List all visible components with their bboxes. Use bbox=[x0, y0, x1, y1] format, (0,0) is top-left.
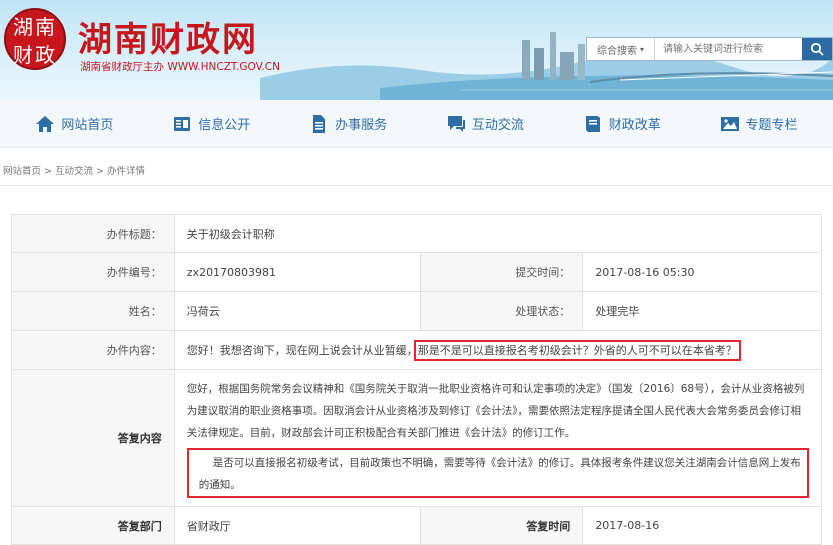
case-content-highlight: 那是不是可以直接报名考初级会计？外省的人可不可以在本省考？ bbox=[413, 340, 741, 361]
chevron-down-icon: ▾ bbox=[639, 44, 644, 54]
case-detail-table: 办件标题： 关于初级会计职称 办件编号： zx20170803981 提交时间：… bbox=[11, 214, 823, 545]
nav-item-topics[interactable]: 专题专栏 bbox=[720, 114, 798, 134]
breadcrumb: 网站首页 > 互动交流 > 办件详情 bbox=[0, 158, 833, 186]
table-row: 办件编号： zx20170803981 提交时间： 2017-08-16 05:… bbox=[11, 252, 822, 292]
site-search: 综合搜索 ▾ bbox=[586, 37, 833, 61]
reply-dept-value: 省财政厅 bbox=[173, 506, 421, 545]
reply-paragraph-2: 是否可以直接报名初级考试，目前政策也不明确，需要等待《会计法》的修订。具体报考条… bbox=[198, 457, 801, 491]
table-row: 办件标题： 关于初级会计职称 bbox=[11, 214, 823, 253]
nav-item-label: 专题专栏 bbox=[745, 118, 798, 133]
reply-time-value: 2017-08-16 bbox=[582, 506, 822, 545]
search-scope-label: 综合搜索 bbox=[596, 45, 637, 57]
nav-item-label: 财政改革 bbox=[608, 118, 661, 133]
table-row: 答复内容 您好，根据国务院常务会议精神和《国务院关于取消一批职业资格许可和认定事… bbox=[11, 369, 823, 507]
table-row: 办件内容： 您好！我想咨询下，现在网上说会计从业暂缓，那是不是可以直接报名考初级… bbox=[11, 330, 823, 370]
document-icon bbox=[174, 116, 191, 131]
main-nav: 网站首页 信息公开 办事服务 互动交流 财政改革 专题专栏 bbox=[0, 100, 833, 148]
case-number-value: zx20170803981 bbox=[173, 252, 421, 292]
nav-item-home[interactable]: 网站首页 bbox=[35, 114, 113, 134]
case-number-label: 办件编号： bbox=[11, 252, 175, 292]
nav-item-label: 互动交流 bbox=[471, 118, 524, 133]
logo-seal-text: 湖南财政 bbox=[13, 15, 57, 67]
nav-item-info[interactable]: 信息公开 bbox=[172, 114, 250, 134]
nav-item-reform[interactable]: 财政改革 bbox=[583, 114, 661, 134]
nav-item-label: 办事服务 bbox=[335, 118, 388, 133]
name-label: 姓名： bbox=[11, 291, 175, 331]
breadcrumb-current: 办件详情 bbox=[107, 166, 146, 177]
case-content-label: 办件内容： bbox=[11, 330, 175, 370]
book-icon bbox=[585, 115, 600, 132]
site-title[interactable]: 湖南财政网 bbox=[78, 12, 258, 61]
reply-paragraph-2-highlight: 是否可以直接报名初级考试，目前政策也不明确，需要等待《会计法》的修订。具体报考条… bbox=[186, 448, 809, 498]
breadcrumb-separator: > bbox=[93, 166, 108, 177]
file-icon bbox=[313, 114, 326, 133]
search-scope-select[interactable]: 综合搜索 ▾ bbox=[587, 38, 655, 60]
submit-time-value: 2017-08-16 05:30 bbox=[582, 252, 822, 292]
status-label: 处理状态： bbox=[419, 291, 584, 331]
case-content-text: 您好！我想咨询下，现在网上说会计从业暂缓， bbox=[186, 344, 418, 357]
site-subtitle: 湖南省财政厅主办 WWW.HNCZT.GOV.CN bbox=[80, 61, 280, 73]
nav-item-services[interactable]: 办事服务 bbox=[309, 114, 387, 134]
table-row: 姓名： 冯荷云 处理状态： 处理完毕 bbox=[11, 291, 822, 331]
reply-paragraph-1: 您好，根据国务院常务会议精神和《国务院关于取消一批职业资格许可和认定事项的决定》… bbox=[186, 383, 805, 439]
breadcrumb-home[interactable]: 网站首页 bbox=[3, 166, 41, 177]
reply-dept-label: 答复部门 bbox=[11, 506, 175, 545]
nav-item-label: 网站首页 bbox=[61, 118, 114, 133]
search-icon bbox=[810, 42, 824, 56]
nav-item-interaction[interactable]: 互动交流 bbox=[446, 114, 524, 134]
site-logo-seal[interactable]: 湖南财政 bbox=[4, 8, 66, 70]
reply-content-value: 您好，根据国务院常务会议精神和《国务院关于取消一批职业资格许可和认定事项的决定》… bbox=[173, 369, 823, 507]
table-row: 答复部门 省财政厅 答复时间 2017-08-16 bbox=[11, 506, 822, 545]
image-icon bbox=[720, 116, 739, 131]
case-content-value: 您好！我想咨询下，现在网上说会计从业暂缓，那是不是可以直接报名考初级会计？外省的… bbox=[173, 330, 823, 370]
submit-time-label: 提交时间： bbox=[419, 252, 584, 292]
nav-item-label: 信息公开 bbox=[198, 118, 251, 133]
name-value: 冯荷云 bbox=[173, 291, 421, 331]
case-title-label: 办件标题： bbox=[11, 214, 175, 253]
reply-content-label: 答复内容 bbox=[11, 369, 175, 507]
home-icon bbox=[36, 115, 55, 132]
case-title-value: 关于初级会计职称 bbox=[173, 214, 823, 253]
status-value: 处理完毕 bbox=[582, 291, 822, 331]
search-button[interactable] bbox=[802, 38, 832, 60]
breadcrumb-separator: > bbox=[41, 166, 56, 177]
chat-icon bbox=[447, 115, 465, 132]
site-header: 湖南财政 湖南财政网 湖南省财政厅主办 WWW.HNCZT.GOV.CN 综合搜… bbox=[0, 0, 833, 100]
reply-time-label: 答复时间 bbox=[419, 506, 584, 545]
breadcrumb-section[interactable]: 互动交流 bbox=[55, 166, 93, 177]
search-input[interactable] bbox=[655, 38, 802, 60]
